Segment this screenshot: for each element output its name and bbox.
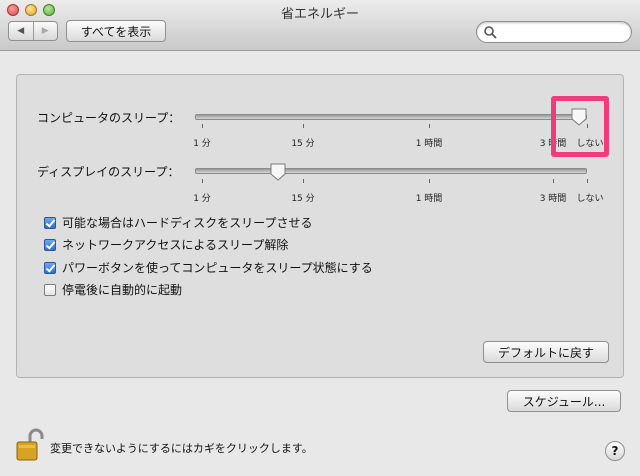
lock-instruction-text: 変更できないようにするにはカギをクリックします。 [50, 442, 313, 455]
display-sleep-slider[interactable] [195, 168, 587, 174]
option-label: ネットワークアクセスによるスリープ解除 [62, 238, 289, 252]
slider-tick [429, 179, 430, 183]
lock-icon[interactable] [16, 428, 46, 462]
tick-label-1min: 1 分 [193, 194, 211, 204]
window-toolbar: 省エネルギー ◀ ▶ すべてを表示 [0, 0, 640, 51]
schedule-button[interactable]: スケジュール... [507, 390, 621, 412]
computer-sleep-label: コンピュータのスリープ： [37, 111, 181, 125]
display-sleep-slider-knob[interactable] [269, 163, 287, 181]
tick-label-never: しない [576, 194, 604, 204]
slider-tick [303, 179, 304, 183]
search-input[interactable] [476, 21, 632, 43]
back-button[interactable]: ◀ [9, 22, 33, 40]
help-button[interactable]: ? [605, 441, 625, 461]
computer-sleep-slider[interactable] [195, 114, 587, 120]
option-power-button-sleep[interactable]: パワーボタンを使ってコンピュータをスリープ状態にする [44, 259, 373, 276]
slider-tick [429, 124, 430, 128]
slider-tick [202, 124, 203, 128]
display-sleep-label: ディスプレイのスリープ： [37, 165, 180, 179]
back-forward-control: ◀ ▶ [8, 21, 58, 41]
option-wake-network[interactable]: ネットワークアクセスによるスリープ解除 [44, 236, 288, 253]
highlight-annotation [551, 96, 609, 157]
search-icon [484, 26, 497, 39]
slider-tick [587, 179, 588, 183]
forward-button[interactable]: ▶ [32, 22, 58, 40]
option-label: 停電後に自動的に起動 [62, 283, 183, 297]
checkbox[interactable] [44, 238, 56, 251]
option-disk-sleep[interactable]: 可能な場合はハードディスクをスリープさせる [44, 214, 312, 231]
option-restart-after-power-failure[interactable]: 停電後に自動的に起動 [44, 281, 182, 298]
slider-tick [553, 179, 554, 183]
option-label: パワーボタンを使ってコンピュータをスリープ状態にする [62, 261, 373, 275]
tick-label-1min: 1 分 [193, 139, 211, 149]
tick-label-15min: 15 分 [291, 139, 315, 149]
tick-label-1hour: 1 時間 [415, 139, 443, 149]
restore-defaults-button[interactable]: デフォルトに戻す [483, 341, 609, 363]
checkbox[interactable] [44, 216, 56, 229]
show-all-button[interactable]: すべてを表示 [66, 20, 166, 42]
slider-tick [303, 124, 304, 128]
tick-label-3hours: 3 時間 [539, 194, 567, 204]
checkbox[interactable] [44, 283, 56, 296]
tick-label-15min: 15 分 [291, 194, 315, 204]
slider-tick [202, 179, 203, 183]
option-label: 可能な場合はハードディスクをスリープさせる [62, 216, 313, 230]
tick-label-1hour: 1 時間 [415, 194, 443, 204]
checkbox[interactable] [44, 261, 56, 274]
